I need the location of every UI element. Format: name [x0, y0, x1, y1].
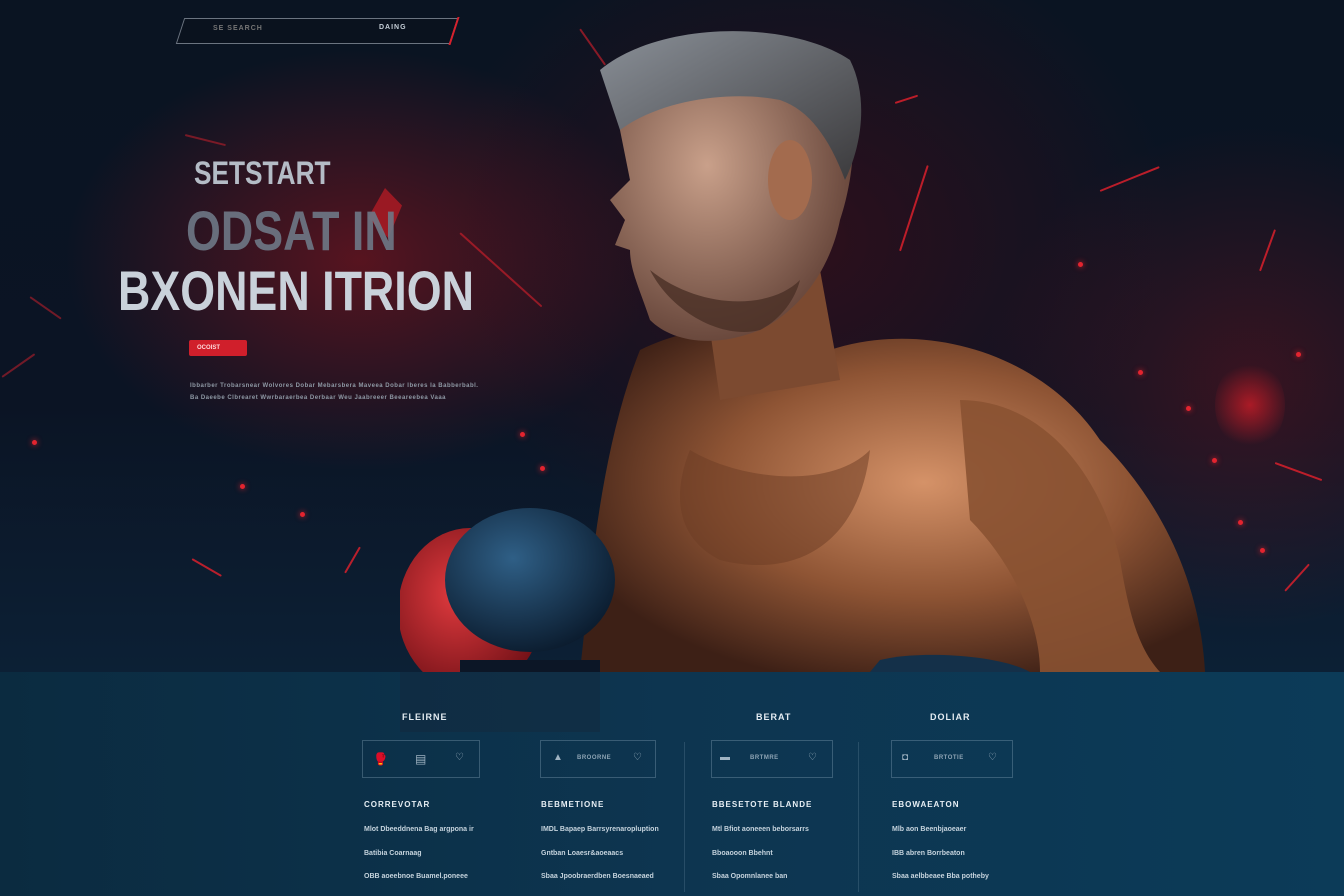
- icon-group-label: BRTMRE: [750, 755, 779, 761]
- headgear-icon[interactable]: ◘: [902, 752, 908, 763]
- footer-link[interactable]: Bboaooon Bbehnt: [712, 850, 773, 857]
- cta-button[interactable]: OCOIST: [189, 340, 247, 356]
- decor-spark: [1238, 520, 1243, 525]
- boxer-figure: [400, 31, 1205, 672]
- hero-section: DAING SETSTART ODSAT IN BXONEN ITRION OC…: [0, 0, 1344, 672]
- footer-link[interactable]: Sbaa Jpoobraerdben Boesnaeaed: [541, 873, 654, 880]
- hero-headline-line1: ODSAT IN: [186, 199, 397, 262]
- decor-spark: [1296, 352, 1301, 357]
- footer-link[interactable]: Sbaa aelbbeaee Bba potheby: [892, 873, 989, 880]
- decor-spark: [300, 512, 305, 517]
- hero-description-line1: Ibbarber Trobarsnear Wolvores Dobar Meba…: [190, 383, 479, 389]
- footer-link[interactable]: Gntban Loaesr&aoeaacs: [541, 850, 623, 857]
- search-bar[interactable]: DAING: [175, 17, 460, 45]
- column-sub-heading: BBESETOTE BLANDE: [712, 800, 813, 809]
- decor-streak: [1284, 563, 1310, 592]
- icon-group: ▲ BROORNE ♡: [540, 740, 656, 778]
- gloves-pair-icon[interactable]: ♡: [808, 752, 817, 763]
- decor-streak: [344, 546, 361, 574]
- footer-link[interactable]: OBB aoeebnoe Buamel.poneee: [364, 873, 468, 880]
- footer-column-4: DOLIAR ◘ BRTOTIE ♡ EBOWAEATON Mlb aon Be…: [890, 672, 1040, 896]
- search-button[interactable]: DAING: [379, 24, 407, 31]
- search-input[interactable]: [211, 24, 355, 33]
- decor-streak: [191, 558, 222, 577]
- hero-headline-line2: BXONEN ITRION: [118, 259, 474, 322]
- gloves-pair-icon[interactable]: ♡: [988, 752, 997, 763]
- footer-link[interactable]: Mtl Bfiot aoneeen beborsarrs: [712, 826, 809, 833]
- column-sub-heading: BEBMETIONE: [541, 800, 605, 809]
- footer-link[interactable]: IBB abren Borrbeaton: [892, 850, 965, 857]
- icon-group: ▬ BRTMRE ♡: [711, 740, 833, 778]
- footer-column-2: ▲ BROORNE ♡ BEBMETIONE IMDL Bapaep Barrs…: [540, 672, 680, 896]
- hero-description-line2: Ba Daeebe Clbrearet Wwrbaraerbea Derbaar…: [190, 395, 447, 401]
- icon-group-label: BROORNE: [577, 755, 612, 761]
- footer-link[interactable]: Sbaa Opomnlanee ban: [712, 873, 787, 880]
- decor-spark: [240, 484, 245, 489]
- column-divider: [684, 742, 685, 892]
- footer-column-1: FLEIRNE 🥊 ▤ ♡ CORREVOTAR Mlot Dbeeddnena…: [362, 672, 532, 896]
- decor-red-smoke: [1215, 360, 1285, 450]
- icon-group-label: BRTOTIE: [934, 755, 964, 761]
- pads-icon[interactable]: ▤: [415, 752, 426, 766]
- decor-streak: [1259, 229, 1276, 272]
- footer-link[interactable]: Mlb aon Beenbjaoeaer: [892, 826, 966, 833]
- column-heading: BERAT: [756, 712, 792, 722]
- footer: FLEIRNE 🥊 ▤ ♡ CORREVOTAR Mlot Dbeeddnena…: [0, 672, 1344, 896]
- shoe-icon[interactable]: ▬: [720, 752, 730, 763]
- footer-column-3: BERAT ▬ BRTMRE ♡ BBESETOTE BLANDE Mtl Bf…: [710, 672, 860, 896]
- icon-group: 🥊 ▤ ♡: [362, 740, 480, 778]
- decor-streak: [184, 134, 226, 147]
- gloves-pair-icon[interactable]: ♡: [633, 752, 642, 763]
- column-sub-heading: EBOWAEATON: [892, 800, 960, 809]
- decor-streak: [1, 353, 36, 378]
- footer-link[interactable]: Batibia Coarnaag: [364, 850, 422, 857]
- glove-icon[interactable]: 🥊: [373, 752, 388, 766]
- icon-group: ◘ BRTOTIE ♡: [891, 740, 1013, 778]
- decor-streak: [1274, 462, 1323, 482]
- footer-link[interactable]: IMDL Bapaep Barrsyrenaropluption: [541, 826, 659, 833]
- gloves-pair-icon[interactable]: ♡: [455, 752, 464, 763]
- column-heading: FLEIRNE: [402, 712, 448, 722]
- hero-eyebrow: SETSTART: [194, 155, 331, 191]
- bottle-icon[interactable]: ▲: [553, 752, 563, 763]
- decor-spark: [1260, 548, 1265, 553]
- column-heading: DOLIAR: [930, 712, 971, 722]
- column-sub-heading: CORREVOTAR: [364, 800, 431, 809]
- footer-link[interactable]: Mlot Dbeeddnena Bag argpona ir: [364, 826, 474, 833]
- decor-spark: [32, 440, 37, 445]
- decor-streak: [29, 296, 62, 320]
